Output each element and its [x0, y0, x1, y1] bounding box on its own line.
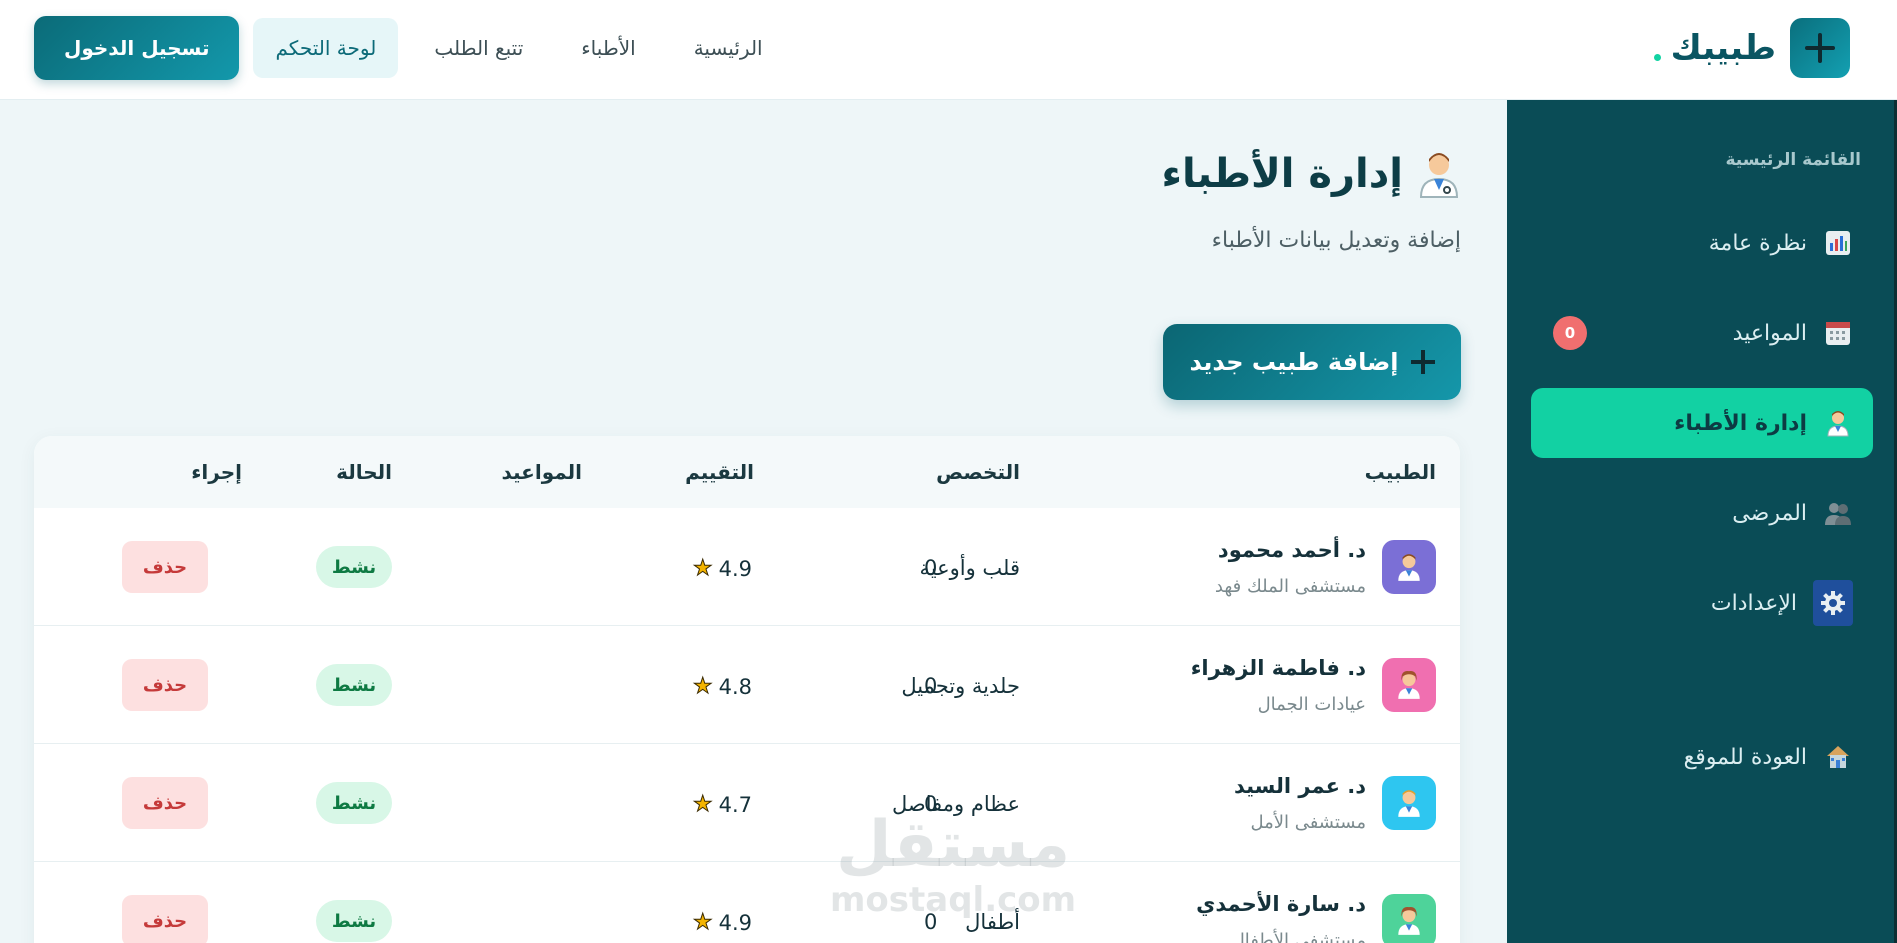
star-icon: ★ [692, 910, 713, 936]
header-action: إجراء [191, 460, 242, 484]
table-row: د. سارة الأحمدي مستشفى الأطفال أطفال ★ 4.… [34, 862, 1460, 943]
star-icon: ★ [692, 674, 713, 700]
delete-button[interactable]: حذف [122, 541, 208, 593]
doctor-name: د. سارة الأحمدي [1196, 892, 1366, 916]
calendar-icon [1823, 318, 1853, 348]
star-icon: ★ [692, 556, 713, 582]
doctor-rating: ★ 4.7 [692, 792, 752, 818]
table-row: د. فاطمة الزهراء عيادات الجمال جلدية وتج… [34, 626, 1460, 744]
header-rating: التقييم [685, 460, 754, 484]
sidebar-item-patients[interactable]: المرضى [1531, 478, 1873, 548]
doctor-avatar-icon [1382, 540, 1436, 594]
doctor-rating: ★ 4.9 [692, 910, 752, 936]
status-badge: نشط [316, 546, 392, 588]
brand-logo[interactable]: طبيبك [1653, 18, 1850, 78]
sidebar-heading: القائمة الرئيسية [1725, 150, 1862, 170]
home-icon [1823, 742, 1853, 772]
header-specialty: التخصص [936, 460, 1020, 484]
sidebar-item-label: المواعيد [1732, 320, 1807, 346]
status-badge: نشط [316, 782, 392, 824]
page-subtitle: إضافة وتعديل بيانات الأطباء [1211, 228, 1461, 253]
gear-icon [1813, 580, 1853, 626]
doctor-hospital: مستشفى الأمل [1250, 812, 1366, 833]
doctor-hospital: مستشفى الملك فهد [1214, 576, 1366, 597]
doctor-hospital: عيادات الجمال [1257, 694, 1366, 715]
plus-icon [1790, 18, 1850, 78]
doctor-appointments: 0 [924, 910, 938, 934]
add-doctor-button[interactable]: إضافة طبيب جديد [1163, 324, 1461, 400]
nav-dashboard[interactable]: لوحة التحكم [253, 18, 399, 78]
sidebar-item-doctors-management[interactable]: إدارة الأطباء [1531, 388, 1873, 458]
doctors-table: الطبيب التخصص التقييم المواعيد الحالة إج… [34, 436, 1460, 943]
rating-value: 4.8 [718, 674, 752, 699]
doctor-avatar-icon [1382, 658, 1436, 712]
sidebar-item-label: إدارة الأطباء [1674, 410, 1807, 436]
doctor-rating: ★ 4.9 [692, 556, 752, 582]
back-to-site-label: العودة للموقع [1683, 744, 1807, 770]
sidebar-item-overview[interactable]: نظرة عامة [1531, 208, 1873, 278]
doctor-hospital: مستشفى الأطفال [1231, 930, 1366, 943]
nav-track-order[interactable]: تتبع الطلب [412, 18, 545, 78]
appointments-count-badge: 0 [1553, 316, 1587, 350]
doctor-specialty: عظام ومفاصل [892, 792, 1020, 816]
doctor-avatar-icon [1382, 894, 1436, 943]
table-row: د. أحمد محمود مستشفى الملك فهد قلب وأوعي… [34, 508, 1460, 626]
rating-value: 4.9 [718, 556, 752, 581]
doctor-specialty: أطفال [965, 910, 1020, 934]
plus-icon [1410, 350, 1435, 374]
sidebar-item-label: الإعدادات [1710, 590, 1797, 616]
header-doctor: الطبيب [1364, 460, 1436, 484]
status-badge: نشط [316, 900, 392, 942]
nav-home[interactable]: الرئيسية [672, 18, 785, 78]
sidebar-item-appointments[interactable]: المواعيد 0 [1531, 298, 1873, 368]
status-badge: نشط [316, 664, 392, 706]
login-button[interactable]: تسجيل الدخول [34, 16, 240, 80]
back-to-site-link[interactable]: العودة للموقع [1531, 722, 1873, 792]
delete-button[interactable]: حذف [122, 659, 208, 711]
chart-icon [1823, 228, 1853, 258]
doctor-icon [1417, 150, 1461, 198]
doctor-icon [1823, 408, 1853, 438]
doctor-avatar-icon [1382, 776, 1436, 830]
sidebar-item-settings[interactable]: الإعدادات [1531, 568, 1873, 638]
rating-value: 4.7 [718, 792, 752, 817]
doctor-appointments: 0 [924, 674, 938, 698]
header-appointments: المواعيد [501, 460, 582, 484]
doctor-appointments: 0 [924, 556, 938, 580]
doctor-name: د. عمر السيد [1233, 774, 1366, 798]
star-icon: ★ [692, 792, 713, 818]
top-navbar: طبيبك الرئيسية الأطباء تتبع الطلب لوحة ا… [0, 0, 1897, 100]
nav-doctors[interactable]: الأطباء [559, 18, 657, 78]
doctor-name: د. أحمد محمود [1217, 538, 1366, 562]
sidebar: القائمة الرئيسية نظرة عامة المواعيد 0 إد… [1507, 100, 1897, 943]
doctor-name: د. فاطمة الزهراء [1190, 656, 1366, 680]
table-row: د. عمر السيد مستشفى الأمل عظام ومفاصل ★ 4… [34, 744, 1460, 862]
header-status: الحالة [336, 460, 392, 484]
sidebar-item-label: نظرة عامة [1708, 230, 1807, 256]
patients-icon [1823, 498, 1853, 528]
table-header: الطبيب التخصص التقييم المواعيد الحالة إج… [34, 436, 1460, 508]
rating-value: 4.9 [718, 910, 752, 935]
brand-name: طبيبك [1670, 28, 1776, 68]
page-title: إدارة الأطباء [1162, 150, 1461, 198]
sidebar-item-label: المرضى [1732, 500, 1807, 526]
delete-button[interactable]: حذف [122, 895, 208, 943]
add-doctor-label: إضافة طبيب جديد [1189, 348, 1399, 376]
doctor-specialty: جلدية وتجميل [901, 674, 1020, 698]
doctor-rating: ★ 4.8 [692, 674, 752, 700]
page-title-text: إدارة الأطباء [1161, 151, 1403, 197]
brand-dot [1653, 53, 1661, 61]
main-nav: الرئيسية الأطباء تتبع الطلب لوحة التحكم … [34, 16, 785, 80]
doctor-appointments: 0 [924, 792, 938, 816]
delete-button[interactable]: حذف [122, 777, 208, 829]
